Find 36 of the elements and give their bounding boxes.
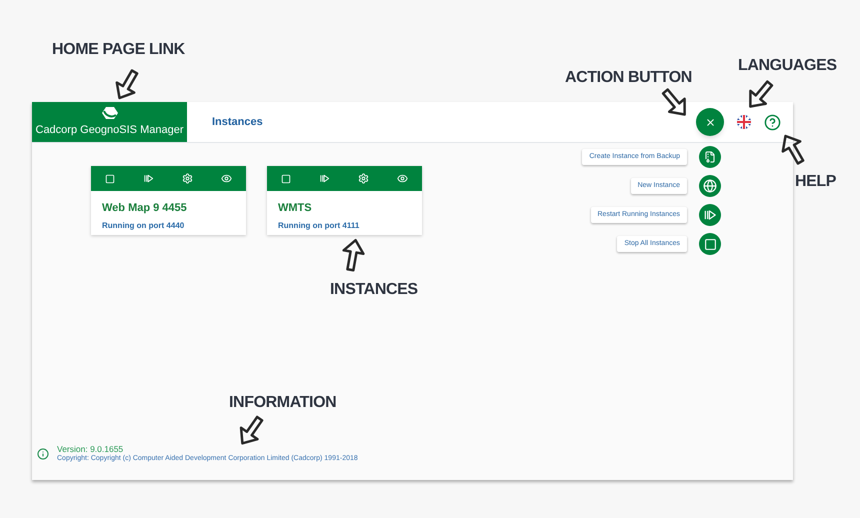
- speed-dial-button[interactable]: [699, 146, 721, 168]
- settings-icon[interactable]: [358, 173, 369, 184]
- info-icon: [37, 448, 49, 460]
- help-icon[interactable]: [764, 114, 781, 130]
- close-icon: [704, 116, 716, 128]
- annotation-label: LANGUAGES: [738, 56, 837, 76]
- instance-name: Web Map 9 4455: [102, 201, 188, 216]
- annotation-label: INFORMATION: [229, 393, 336, 413]
- home-link[interactable]: Cadcorp GeognoSIS Manager: [32, 102, 187, 142]
- speed-dial-button[interactable]: [699, 204, 721, 226]
- restart-icon[interactable]: [143, 173, 154, 184]
- instance-status: Running on port 4111: [278, 220, 360, 232]
- stop-icon[interactable]: [281, 174, 291, 184]
- flag-icon[interactable]: [736, 114, 752, 130]
- speed-dial-button[interactable]: [699, 233, 721, 255]
- speed-dial-button[interactable]: [699, 175, 721, 197]
- instance-status: Running on port 4440: [102, 220, 186, 232]
- restart-icon: [703, 208, 717, 222]
- action-button[interactable]: [696, 108, 724, 136]
- stop-icon[interactable]: [105, 174, 115, 184]
- logo-icon: [102, 106, 118, 120]
- document-icon: [704, 151, 716, 163]
- instance-name: WMTS: [278, 201, 313, 216]
- eye-icon[interactable]: [221, 173, 232, 184]
- globe-icon: [703, 179, 717, 193]
- annotation-label: HOME PAGE LINK: [52, 40, 185, 60]
- annotation-label: HELP: [795, 172, 836, 192]
- annotation-label: ACTION BUTTON: [565, 68, 692, 88]
- eye-icon[interactable]: [397, 173, 408, 184]
- annotation-label: INSTANCES: [330, 280, 418, 300]
- version-text: Version: 9.0.1655: [57, 444, 124, 454]
- nav-tab[interactable]: Instances: [212, 114, 263, 130]
- stop-icon: [704, 238, 716, 250]
- settings-icon[interactable]: [182, 173, 193, 184]
- brand-name: Cadcorp GeognoSIS Manager: [36, 122, 184, 138]
- restart-icon[interactable]: [319, 173, 330, 184]
